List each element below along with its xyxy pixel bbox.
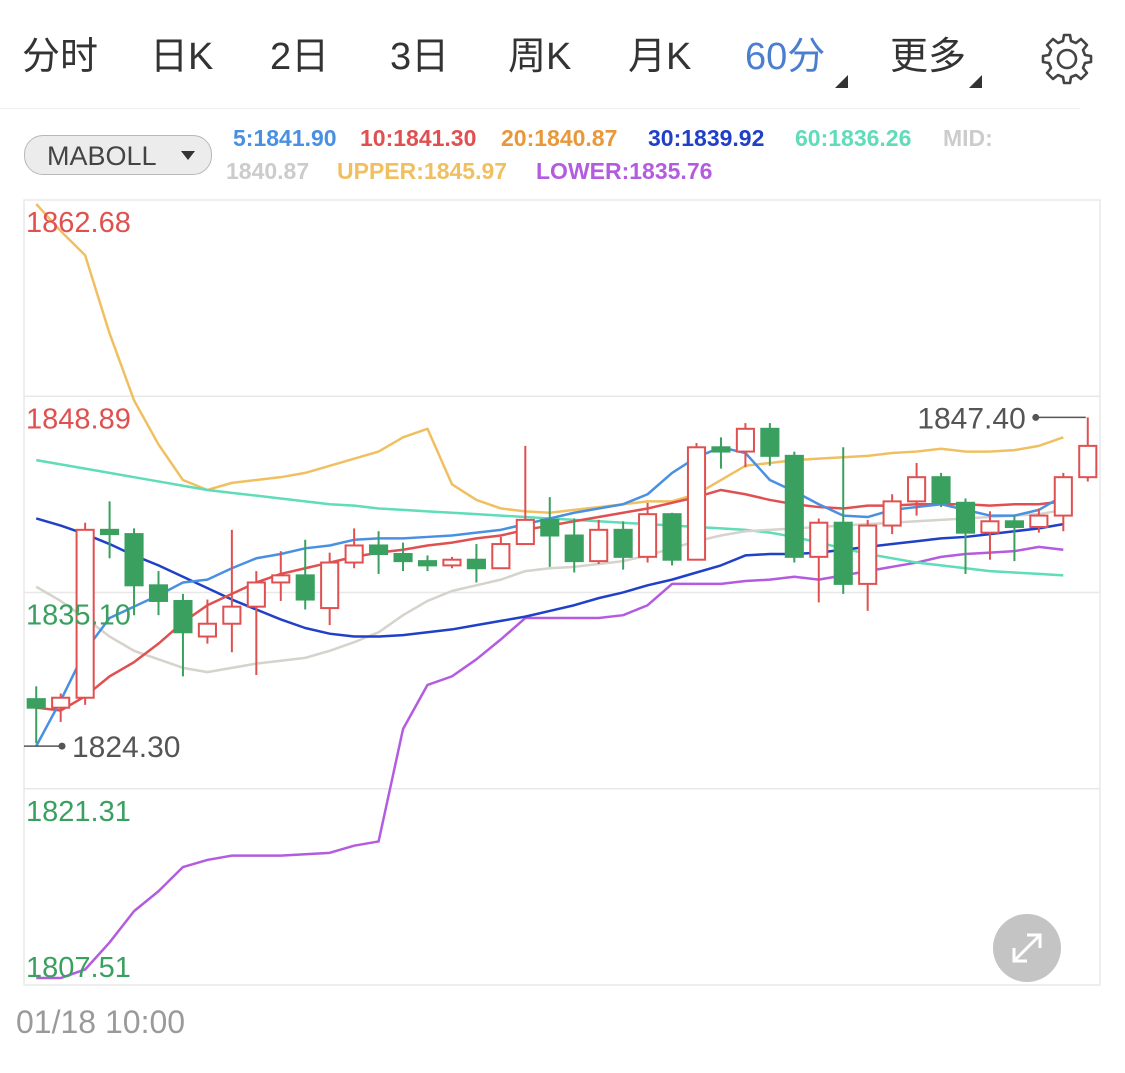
candle-body xyxy=(1029,514,1049,528)
max-annotation-dot xyxy=(1032,413,1040,421)
upper-band-line xyxy=(35,203,1064,514)
y-axis-label: 1835.10 xyxy=(26,600,131,632)
candle-up xyxy=(271,551,291,601)
candle-body xyxy=(222,605,242,625)
candle-up xyxy=(197,599,217,644)
candle-up xyxy=(442,556,462,569)
candle-body xyxy=(369,544,389,556)
candle-body xyxy=(295,574,315,601)
candle-body xyxy=(882,500,902,527)
candle-body xyxy=(540,518,560,537)
candle-down xyxy=(466,544,486,583)
candle-body xyxy=(907,476,927,503)
candle-body xyxy=(197,622,217,638)
candle-down xyxy=(540,497,560,567)
candle-body xyxy=(564,534,584,563)
candle-down xyxy=(711,437,731,469)
candle-down xyxy=(564,518,584,573)
candle-body xyxy=(662,513,682,561)
candle-up xyxy=(51,693,71,722)
candle-body xyxy=(735,427,755,453)
candle-up xyxy=(320,552,340,626)
candle-body xyxy=(638,513,658,558)
candle-body xyxy=(491,543,511,570)
candle-body xyxy=(589,528,609,563)
candle-up xyxy=(1078,417,1098,482)
candle-down xyxy=(833,447,853,594)
candle-body xyxy=(148,584,169,602)
candle-up xyxy=(858,519,878,611)
candle-body xyxy=(858,524,878,585)
y-axis-label: 1807.51 xyxy=(26,952,131,984)
candlestick-chart: 1847.40 1824.30 1862.68 1848.89 1835.10 1821… xyxy=(23,199,1101,986)
candle-body xyxy=(442,558,462,567)
max-annotation-label: 1847.40 xyxy=(917,402,1025,435)
candle-body xyxy=(51,696,71,709)
candle-down xyxy=(393,542,413,572)
candle-body xyxy=(393,553,413,563)
candle-body xyxy=(1078,444,1098,479)
candle-down xyxy=(100,501,120,559)
min-annotation-dot xyxy=(58,742,66,750)
candle-up xyxy=(589,519,609,564)
candle-down xyxy=(931,472,951,508)
candle-body xyxy=(173,599,193,634)
candle-body xyxy=(466,558,486,570)
candle-body xyxy=(980,520,1000,534)
candle-body xyxy=(931,476,951,504)
candle-down xyxy=(784,451,804,563)
candle-up xyxy=(515,445,535,546)
candle-body xyxy=(760,427,780,457)
candle-body xyxy=(1053,476,1073,517)
candle-body xyxy=(809,521,829,558)
candle-up xyxy=(344,528,364,569)
expand-chart-button[interactable] xyxy=(993,914,1061,982)
candle-body xyxy=(124,533,144,587)
candle-up xyxy=(638,502,658,563)
candle-body xyxy=(1004,520,1024,528)
candle-body xyxy=(26,698,46,709)
candle-body xyxy=(613,528,633,558)
y-axis-label: 1862.68 xyxy=(26,207,131,239)
expand-arrows-icon xyxy=(1012,933,1042,963)
candle-body xyxy=(320,561,340,610)
candle-body xyxy=(686,446,707,561)
candle-up xyxy=(882,494,902,535)
candle-up xyxy=(1053,472,1073,532)
candle-down xyxy=(760,423,780,466)
candle-body xyxy=(955,501,976,534)
candle-up xyxy=(686,443,707,561)
candle-up xyxy=(491,536,511,570)
y-axis-label: 1821.31 xyxy=(26,796,131,828)
date-label: 01/18 10:00 xyxy=(16,1004,186,1040)
candle-up xyxy=(246,571,266,675)
candle-body xyxy=(711,446,731,453)
candle-body xyxy=(784,454,804,558)
candle-body xyxy=(344,544,364,564)
candle-body xyxy=(271,574,291,584)
candle-down xyxy=(148,571,169,616)
min-annotation-label: 1824.30 xyxy=(72,731,180,764)
candle-down xyxy=(1004,515,1024,562)
candle-body xyxy=(246,581,266,608)
candle-body xyxy=(515,518,535,546)
candle-body xyxy=(833,521,853,585)
candle-body xyxy=(417,560,438,567)
y-axis-label: 1848.89 xyxy=(26,403,131,435)
candle-up xyxy=(809,518,829,603)
candle-down xyxy=(417,555,438,572)
candle-body xyxy=(100,528,120,536)
candle-down xyxy=(173,593,193,677)
candle-down xyxy=(662,512,682,566)
